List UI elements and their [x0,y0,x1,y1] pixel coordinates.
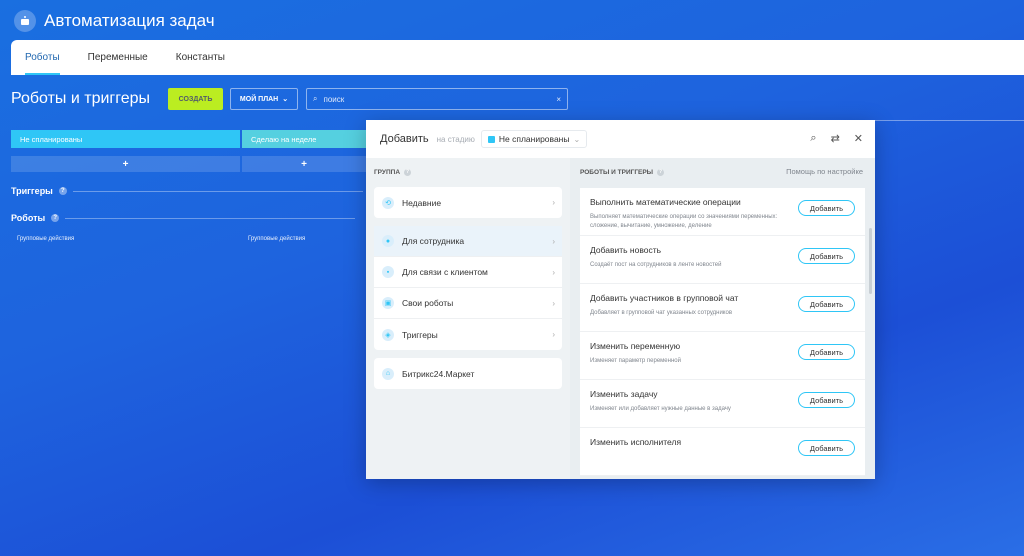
add-button[interactable]: Добавить [798,296,855,312]
search-icon: ⌕ [313,94,318,103]
group-label: Триггеры [402,329,438,340]
robot-desc: Создаёт пост на сотрудников в ленте ново… [590,262,722,268]
add-button[interactable]: Добавить [798,248,855,264]
robot-item: Изменить исполнителя Добавить [580,428,865,476]
users-icon: ● [382,235,394,247]
add-robot-button[interactable]: + [242,156,366,172]
app-header: Автоматизация задач [14,8,215,34]
group-label: Свои роботы [402,298,454,308]
add-button[interactable]: Добавить [798,440,855,456]
dialog-header: Добавить на стадию Не спланированы ⌄ ⌕ ⇄… [366,120,875,158]
robots-section: Роботы ? [11,213,356,223]
group-item-client[interactable]: ▪ Для связи с клиентом › [374,257,562,288]
help-icon[interactable]: ? [657,168,665,176]
page-title: Роботы и триггеры [11,90,151,107]
scrollbar[interactable] [869,228,872,294]
stage-value: Не спланированы [498,134,570,144]
group-label: Для сотрудника [402,236,465,246]
add-button[interactable]: Добавить [798,200,855,216]
dialog-title: Добавить [380,133,429,145]
help-icon[interactable]: ? [58,187,67,195]
chevron-right-icon: › [552,236,555,246]
plan-button[interactable]: МОЙ ПЛАН ⌄ [230,88,299,110]
group-header: ГРУППА [374,168,401,176]
history-icon: ⟲ [382,196,394,209]
market-icon: ⌂ [382,367,394,380]
triggers-section: Триггеры ? [11,186,363,196]
chevron-right-icon: › [552,267,555,277]
help-icon[interactable]: ? [404,168,412,176]
group-label: Для связи с клиентом [402,267,488,277]
chevron-right-icon: › [552,330,555,339]
add-button[interactable]: Добавить [798,392,855,408]
stage-this-week[interactable]: Сделаю на неделе [242,130,366,148]
robot-item: Добавить новость Создаёт пост на сотрудни… [580,236,865,284]
chevron-right-icon: › [552,198,555,207]
app-title: Автоматизация задач [44,11,215,30]
trigger-icon: ◈ [382,328,394,341]
clear-icon[interactable]: × [556,95,561,104]
chevron-down-icon: ⌄ [282,96,289,103]
tab-constants[interactable]: Константы [176,40,225,75]
search-icon[interactable]: ⌕ [810,132,816,145]
robot-item: Изменить переменную Изменяет параметр пер… [580,332,865,380]
stage-not-planned[interactable]: Не спланированы [11,130,240,148]
add-robot-button[interactable]: + [11,156,240,172]
tab-variables[interactable]: Переменные [88,40,148,75]
robot-icon: ▣ [382,297,394,309]
chat-icon: ▪ [382,266,394,278]
group-actions-link[interactable]: Групповые действия [17,236,74,242]
stage-select[interactable]: Не спланированы ⌄ [480,130,588,148]
group-column: ГРУППА? ⟲ Недавние › ● Для сотрудника › ▪ Для… [366,158,570,479]
help-link[interactable]: Помощь по настройке [786,167,863,176]
group-label: Битрикс24.Маркет [402,368,475,379]
settings-icon[interactable]: ⇄ [831,132,840,145]
robot-desc: Изменяет параметр переменной [590,358,681,364]
create-button[interactable]: СОЗДАТЬ [168,88,224,110]
robots-column: РОБОТЫ И ТРИГГЕРЫ? Помощь по настройке В… [570,158,875,479]
group-item-employee[interactable]: ● Для сотрудника › [374,226,562,257]
robot-item: Выполнить математические операции Выполня… [580,188,865,236]
group-item-own-robots[interactable]: ▣ Свои роботы › [374,288,562,319]
robot-desc: Выполняет математические операции со зна… [590,214,778,229]
robots-header: РОБОТЫ И ТРИГГЕРЫ [580,168,654,176]
robot-item: Изменить задачу Изменяет или добавляет ну… [580,380,865,428]
robot-desc: Добавляет в групповой чат указанных сотр… [590,310,733,316]
robot-item: Добавить участников в групповой чат Добав… [580,284,865,332]
chevron-right-icon: › [552,298,555,308]
chevron-down-icon: ⌄ [573,134,581,144]
tab-robots[interactable]: Роботы [25,40,60,75]
search-input[interactable]: ⌕ поиск × [306,88,569,110]
group-item-triggers[interactable]: ◈ Триггеры › [374,319,562,350]
help-icon[interactable]: ? [51,214,60,222]
group-actions-link[interactable]: Групповые действия [248,236,305,242]
group-item-recent[interactable]: ⟲ Недавние › [374,187,562,218]
triggers-label: Триггеры [11,186,53,196]
divider [72,190,363,192]
search-placeholder: поиск [323,94,345,104]
page-header: Роботы и триггеры СОЗДАТЬ МОЙ ПЛАН ⌄ ⌕ по… [11,88,569,110]
group-item-market[interactable]: ⌂ Битрикс24.Маркет [374,358,562,389]
plan-label: МОЙ ПЛАН [239,95,279,103]
add-robot-dialog: Добавить на стадию Не спланированы ⌄ ⌕ ⇄… [366,120,875,479]
stage-color-icon [487,135,495,143]
stage-label: на стадию [436,134,475,144]
robots-list: Выполнить математические операции Выполня… [580,188,865,479]
close-icon[interactable]: ✕ [854,132,863,145]
divider [65,217,356,219]
robots-label: Роботы [11,213,46,223]
robot-desc: Изменяет или добавляет нужные данные в з… [590,406,731,412]
group-label: Недавние [402,197,442,208]
tabs-bar: Роботы Переменные Константы [11,40,1024,75]
robot-icon [14,10,36,32]
add-button[interactable]: Добавить [798,344,855,360]
